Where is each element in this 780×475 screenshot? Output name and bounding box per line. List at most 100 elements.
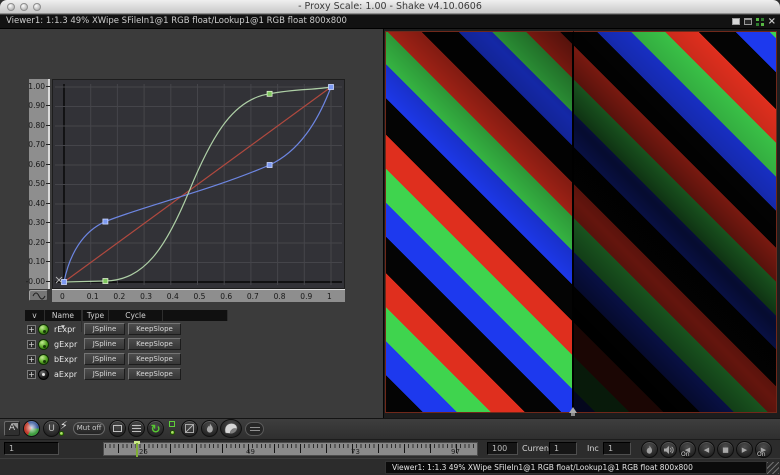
play-backward-loop-button[interactable]: ◀ On	[679, 441, 696, 458]
x-tick-label: 0.7	[247, 292, 259, 301]
table-row: + bExpr JSpline KeepSlope	[25, 353, 228, 366]
type-dropdown[interactable]: JSpline	[84, 338, 125, 350]
keyframe-marker[interactable]	[62, 280, 67, 285]
y-tick-label: 0.20	[28, 239, 45, 247]
end-frame-field[interactable]: 100	[487, 442, 518, 455]
expand-button[interactable]: +	[27, 325, 36, 334]
cycle-dropdown[interactable]: KeepSlope	[128, 323, 181, 335]
curve-mode-button[interactable]	[29, 290, 48, 301]
frame-icon	[113, 425, 122, 432]
audio-button[interactable]	[660, 441, 677, 458]
table-row: + aExpr JSpline KeepSlope	[25, 368, 228, 381]
cycle-dropdown[interactable]: KeepSlope	[128, 353, 181, 365]
options-button[interactable]	[245, 422, 264, 436]
expand-button[interactable]: +	[27, 355, 36, 364]
channel-name: aExpr	[54, 370, 77, 379]
sync-square-icon	[169, 421, 175, 427]
play-forward-loop-button[interactable]: ▶ On	[755, 441, 772, 458]
detach-viewer-icon[interactable]	[732, 18, 740, 25]
type-dropdown[interactable]: JSpline	[84, 353, 125, 365]
x-axis: 00.10.20.30.40.50.60.70.80.91	[52, 289, 345, 302]
header-filler	[163, 310, 228, 321]
viewer-grid-icon[interactable]	[756, 18, 764, 26]
transform-button[interactable]	[181, 420, 198, 437]
y-tick-label: 0.50	[28, 180, 45, 188]
stop-icon: ■	[722, 446, 729, 454]
x-tick-label: 0.9	[300, 292, 312, 301]
flipbook-button[interactable]	[201, 420, 218, 437]
time-ruler[interactable]: 25497397	[103, 442, 478, 456]
channel-visibility-ball-icon[interactable]	[38, 354, 49, 365]
keyframe-marker[interactable]	[329, 85, 334, 90]
frame-field[interactable]: 1	[4, 442, 59, 455]
x-tick-label: 0.4	[167, 292, 179, 301]
page-curl-button[interactable]	[220, 419, 242, 438]
mute-toggle-button[interactable]: Mut off	[73, 422, 105, 435]
x-tick-label: 0	[60, 292, 65, 301]
speaker-icon	[663, 445, 674, 455]
increment-field[interactable]: 1	[603, 442, 631, 455]
viewer-tabbar: Viewer1: 1:1.3 49% XWipe SFileIn1@1 RGB …	[0, 14, 780, 29]
xwipe-divider[interactable]	[573, 31, 574, 413]
curve-plot[interactable]	[52, 79, 345, 289]
channel-visibility-ball-icon[interactable]	[38, 369, 49, 380]
sync-button[interactable]	[167, 421, 178, 436]
viewer-status-text: Viewer1: 1:1.3 49% XWipe SFileIn1@1 RGB …	[385, 461, 767, 474]
header-type[interactable]: Type	[83, 310, 109, 321]
keyframe-marker[interactable]	[267, 91, 272, 96]
window-title: - Proxy Scale: 1.00 - Shake v4.10.0606	[0, 0, 780, 14]
keyframe-marker[interactable]	[103, 279, 108, 284]
frame-button[interactable]	[109, 420, 126, 437]
flame-icon	[205, 423, 215, 434]
channel-visibility-ball-icon[interactable]	[38, 324, 49, 335]
xwipe-handle[interactable]	[569, 407, 577, 413]
expand-button[interactable]: +	[27, 370, 36, 379]
update-button[interactable]: U	[43, 420, 60, 437]
play-forward-icon: ▶	[742, 446, 747, 454]
page-curl-icon	[223, 422, 239, 436]
refresh-button[interactable]: ↻	[147, 420, 164, 437]
viewer-tab-label[interactable]: Viewer1: 1:1.3 49% XWipe SFileIn1@1 RGB …	[6, 14, 347, 29]
keyframe-marker[interactable]	[103, 219, 108, 224]
x-tick-label: 0.6	[220, 292, 232, 301]
sync-led-icon	[170, 430, 175, 435]
y-tick-label: 0.80	[28, 122, 45, 130]
x-tick-label: 0.2	[113, 292, 125, 301]
titlebar: - Proxy Scale: 1.00 - Shake v4.10.0606	[0, 0, 780, 14]
x-tick-label: 0.1	[87, 292, 99, 301]
y-tick-label: 0.90	[28, 102, 45, 110]
header-cycle[interactable]: Cycle	[109, 310, 163, 321]
keyframe-marker[interactable]	[267, 163, 272, 168]
shake-application-window: - Proxy Scale: 1.00 - Shake v4.10.0606 V…	[0, 0, 780, 475]
channel-visibility-ball-icon[interactable]	[38, 339, 49, 350]
color-wheel-button[interactable]	[23, 420, 40, 437]
inc-label: Inc	[587, 444, 599, 453]
close-viewer-icon[interactable]: ×	[768, 17, 776, 27]
ruler-frame-label: 97	[451, 448, 460, 456]
cycle-dropdown[interactable]: KeepSlope	[128, 338, 181, 350]
playhead[interactable]	[134, 441, 140, 457]
type-dropdown[interactable]: JSpline	[84, 368, 125, 380]
cycle-dropdown[interactable]: KeepSlope	[128, 368, 181, 380]
stop-button[interactable]: ■	[717, 441, 734, 458]
header-name[interactable]: Name ▾	[45, 310, 83, 321]
channel-name: rExpr	[54, 325, 75, 334]
y-tick-label: 0.10	[28, 258, 45, 266]
resize-grip[interactable]	[767, 462, 779, 474]
y-tick-label: 0.60	[28, 161, 45, 169]
header-visibility[interactable]: v	[25, 310, 45, 321]
loop-on-badge: On	[681, 451, 690, 458]
viewer-canvas[interactable]	[385, 31, 777, 413]
flipbook-render-button[interactable]	[641, 441, 658, 458]
table-row: + gExpr JSpline KeepSlope	[25, 338, 228, 351]
compare-button[interactable]	[128, 420, 145, 437]
type-dropdown[interactable]: JSpline	[84, 323, 125, 335]
autofit-button[interactable]: A	[4, 421, 20, 436]
y-tick-label: -0.00	[26, 278, 45, 286]
new-viewer-icon[interactable]	[744, 18, 752, 25]
current-frame-field[interactable]: 1	[549, 442, 577, 455]
play-forward-button[interactable]: ▶	[736, 441, 753, 458]
step-backward-button[interactable]: ◀	[698, 441, 715, 458]
x-tick-label: 0.8	[274, 292, 286, 301]
expand-button[interactable]: +	[27, 340, 36, 349]
